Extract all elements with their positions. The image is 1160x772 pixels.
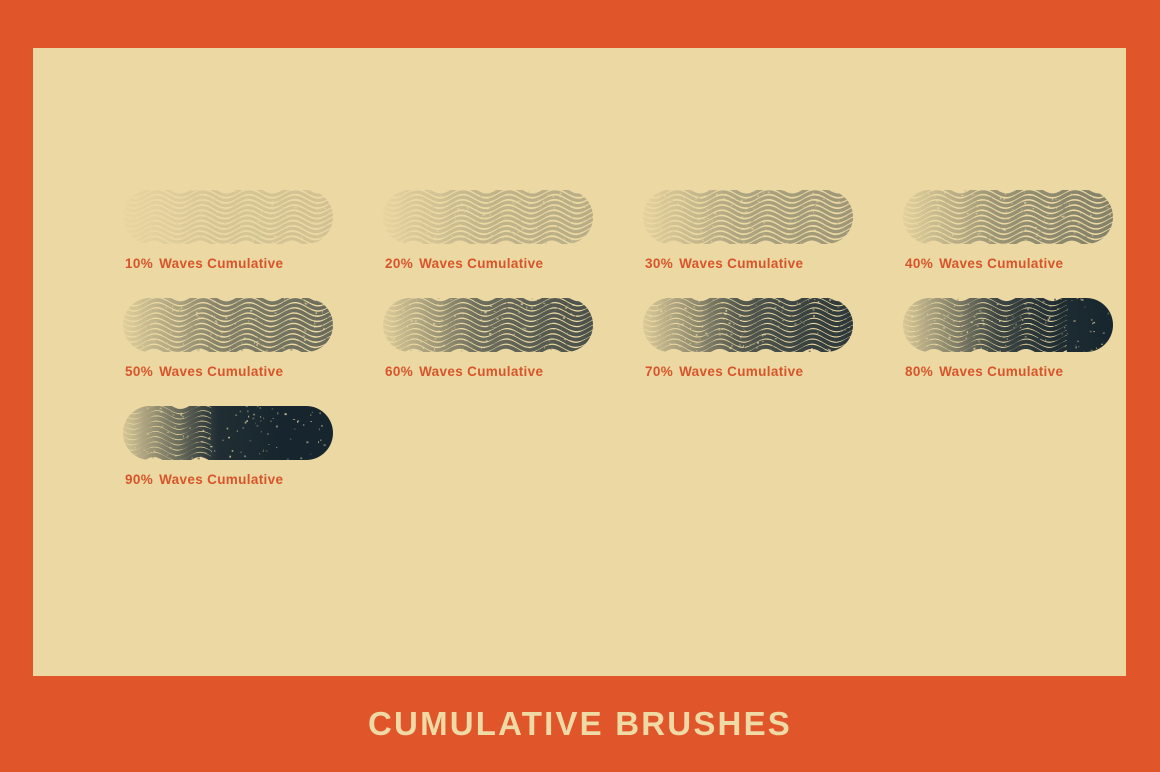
- swatch-word-cumulative: Cumulative: [207, 472, 284, 487]
- swatch-percent: 10%: [125, 256, 154, 271]
- brush-stroke-preview: [903, 296, 1113, 354]
- brush-stroke-preview: [123, 404, 333, 462]
- swatch-word-waves: Waves: [679, 256, 724, 271]
- brush-swatch: 90% Waves Cumulative: [85, 404, 345, 512]
- swatch-word-cumulative: Cumulative: [987, 256, 1064, 271]
- swatch-percent: 50%: [125, 364, 154, 379]
- brush-swatch: 50% Waves Cumulative: [85, 296, 345, 404]
- brush-stroke-preview: [643, 188, 853, 246]
- wave-stroke-svg: [903, 190, 1113, 244]
- swatch-label: 70% Waves Cumulative: [645, 364, 803, 379]
- brush-swatch: 70% Waves Cumulative: [605, 296, 865, 404]
- swatch-word-waves: Waves: [419, 256, 464, 271]
- swatch-word-waves: Waves: [159, 364, 204, 379]
- swatch-label: 30% Waves Cumulative: [645, 256, 803, 271]
- swatch-percent: 80%: [905, 364, 934, 379]
- brush-swatch: 60% Waves Cumulative: [345, 296, 605, 404]
- swatch-label: 10% Waves Cumulative: [125, 256, 283, 271]
- brush-swatch: 20% Waves Cumulative: [345, 188, 605, 296]
- swatch-word-cumulative: Cumulative: [987, 364, 1064, 379]
- swatch-percent: 70%: [645, 364, 674, 379]
- swatch-word-waves: Waves: [939, 256, 984, 271]
- brush-stroke-preview: [123, 188, 333, 246]
- wave-stroke-svg: [123, 190, 333, 244]
- swatch-percent: 90%: [125, 472, 154, 487]
- poster-title: CUMULATIVE BRUSHES: [368, 705, 792, 742]
- swatch-word-waves: Waves: [939, 364, 984, 379]
- brush-stroke-preview: [643, 296, 853, 354]
- swatch-percent: 20%: [385, 256, 414, 271]
- swatch-word-waves: Waves: [419, 364, 464, 379]
- wave-stroke-svg: [383, 190, 593, 244]
- wave-stroke-svg: [903, 298, 1113, 352]
- wave-stroke-svg: [123, 406, 333, 460]
- swatch-word-cumulative: Cumulative: [207, 364, 284, 379]
- swatch-word-cumulative: Cumulative: [727, 364, 804, 379]
- brush-stroke-preview: [903, 188, 1113, 246]
- swatch-label: 60% Waves Cumulative: [385, 364, 543, 379]
- swatch-percent: 60%: [385, 364, 414, 379]
- brush-swatch: 80% Waves Cumulative: [865, 296, 1125, 404]
- swatch-word-cumulative: Cumulative: [207, 256, 284, 271]
- swatch-label: 40% Waves Cumulative: [905, 256, 1063, 271]
- brush-stroke-preview: [383, 188, 593, 246]
- artboard-canvas: 10% Waves Cumulative 20% Waves Cumulative 30% W…: [33, 48, 1126, 676]
- swatch-label: 50% Waves Cumulative: [125, 364, 283, 379]
- brush-swatch: 40% Waves Cumulative: [865, 188, 1125, 296]
- wave-stroke-svg: [123, 298, 333, 352]
- poster-root: 10% Waves Cumulative 20% Waves Cumulative 30% W…: [0, 0, 1160, 772]
- swatch-percent: 40%: [905, 256, 934, 271]
- wave-stroke-svg: [643, 190, 853, 244]
- wave-stroke-svg: [643, 298, 853, 352]
- swatch-label: 80% Waves Cumulative: [905, 364, 1063, 379]
- brush-stroke-preview: [383, 296, 593, 354]
- swatch-label: 20% Waves Cumulative: [385, 256, 543, 271]
- swatch-word-cumulative: Cumulative: [727, 256, 804, 271]
- wave-stroke-svg: [383, 298, 593, 352]
- brush-swatch: 10% Waves Cumulative: [85, 188, 345, 296]
- brush-swatch-grid: 10% Waves Cumulative 20% Waves Cumulative 30% W…: [85, 188, 1125, 512]
- footer-bar: CUMULATIVE BRUSHES: [0, 676, 1160, 772]
- swatch-word-waves: Waves: [159, 472, 204, 487]
- brush-swatch: 30% Waves Cumulative: [605, 188, 865, 296]
- swatch-word-waves: Waves: [679, 364, 724, 379]
- swatch-label: 90% Waves Cumulative: [125, 472, 283, 487]
- swatch-word-cumulative: Cumulative: [467, 364, 544, 379]
- swatch-word-waves: Waves: [159, 256, 204, 271]
- brush-stroke-preview: [123, 296, 333, 354]
- swatch-percent: 30%: [645, 256, 674, 271]
- swatch-word-cumulative: Cumulative: [467, 256, 544, 271]
